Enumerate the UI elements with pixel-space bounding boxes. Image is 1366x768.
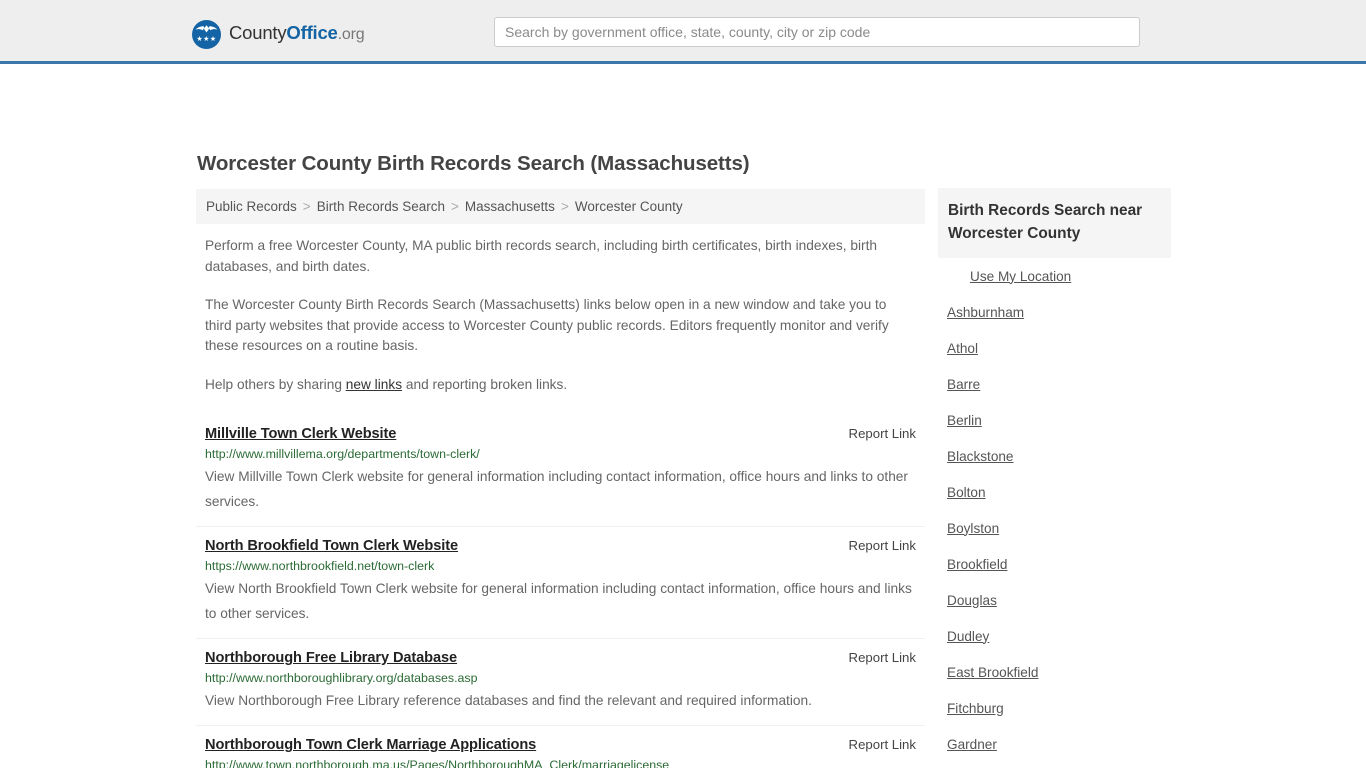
sidebar-item-blackstone[interactable]: Blackstone bbox=[938, 438, 1171, 474]
three-stars-icon: ★★★ bbox=[196, 35, 217, 43]
result-entry-header: North Brookfield Town Clerk Website Repo… bbox=[205, 538, 916, 554]
sidebar-place-link[interactable]: Brookfield bbox=[947, 557, 1007, 572]
result-url-link[interactable]: http://www.millvillema.org/departments/t… bbox=[205, 447, 916, 461]
sidebar-place-link[interactable]: Douglas bbox=[947, 593, 997, 608]
sidebar-place-link[interactable]: Barre bbox=[947, 377, 980, 392]
result-entry: Northborough Town Clerk Marriage Applica… bbox=[196, 725, 925, 768]
report-link-button[interactable]: Report Link bbox=[849, 737, 916, 752]
sidebar-item-grafton[interactable]: Grafton bbox=[938, 762, 1171, 768]
logo-word-org: .org bbox=[337, 26, 365, 43]
sidebar-header: Birth Records Search near Worcester Coun… bbox=[938, 188, 1171, 258]
result-entry-header: Millville Town Clerk Website Report Link bbox=[205, 426, 916, 442]
intro-text-after-link: and reporting broken links. bbox=[402, 376, 568, 392]
breadcrumb-separator: > bbox=[560, 199, 569, 214]
sidebar-item-dudley[interactable]: Dudley bbox=[938, 618, 1171, 654]
report-link-button[interactable]: Report Link bbox=[849, 426, 916, 441]
result-description: View Northborough Free Library reference… bbox=[205, 693, 812, 708]
result-entry: North Brookfield Town Clerk Website Repo… bbox=[196, 526, 925, 638]
result-entry-header: Northborough Town Clerk Marriage Applica… bbox=[205, 737, 916, 753]
breadcrumb: Public Records > Birth Records Search > … bbox=[196, 189, 925, 224]
result-entry: Northborough Free Library Database Repor… bbox=[196, 638, 925, 725]
sidebar-place-list: Use My Location Ashburnham Athol Barre B… bbox=[938, 258, 1171, 768]
breadcrumb-item-worcester-county[interactable]: Worcester County bbox=[575, 199, 683, 214]
result-title-link[interactable]: North Brookfield Town Clerk Website bbox=[205, 538, 458, 554]
breadcrumb-item-birth-records-search[interactable]: Birth Records Search bbox=[317, 199, 445, 214]
main-content-column: Public Records > Birth Records Search > … bbox=[196, 189, 925, 768]
site-header: ★★★ CountyOffice.org bbox=[0, 0, 1366, 64]
sidebar-place-link[interactable]: Berlin bbox=[947, 413, 982, 428]
sidebar-place-link[interactable]: Bolton bbox=[947, 485, 986, 500]
report-link-button[interactable]: Report Link bbox=[849, 538, 916, 553]
nearby-sidebar: Birth Records Search near Worcester Coun… bbox=[938, 188, 1171, 768]
logo-word-office: Office bbox=[286, 22, 338, 43]
sidebar-place-link[interactable]: Dudley bbox=[947, 629, 989, 644]
page-body: Worcester County Birth Records Search (M… bbox=[0, 64, 1366, 768]
sidebar-place-link[interactable]: Blackstone bbox=[947, 449, 1014, 464]
sidebar-item-use-my-location[interactable]: Use My Location bbox=[938, 258, 1171, 294]
intro-paragraph-1: Perform a free Worcester County, MA publ… bbox=[205, 238, 877, 274]
intro-paragraph-2: The Worcester County Birth Records Searc… bbox=[205, 297, 889, 353]
sidebar-item-gardner[interactable]: Gardner bbox=[938, 726, 1171, 762]
result-url-link[interactable]: http://www.town.northborough.ma.us/Pages… bbox=[205, 758, 916, 768]
site-logo[interactable]: ★★★ CountyOffice.org bbox=[192, 19, 365, 49]
breadcrumb-separator: > bbox=[302, 199, 311, 214]
sidebar-place-link[interactable]: Ashburnham bbox=[947, 305, 1024, 320]
result-description: View Millville Town Clerk website for ge… bbox=[205, 469, 908, 509]
result-title-link[interactable]: Northborough Town Clerk Marriage Applica… bbox=[205, 737, 536, 753]
eagle-emblem-icon bbox=[195, 24, 218, 32]
search-input[interactable] bbox=[494, 17, 1140, 47]
report-link-button[interactable]: Report Link bbox=[849, 650, 916, 665]
sidebar-item-athol[interactable]: Athol bbox=[938, 330, 1171, 366]
sidebar-item-douglas[interactable]: Douglas bbox=[938, 582, 1171, 618]
county-office-seal-icon: ★★★ bbox=[192, 19, 221, 49]
sidebar-place-link[interactable]: Fitchburg bbox=[947, 701, 1004, 716]
page-title: Worcester County Birth Records Search (M… bbox=[197, 152, 750, 175]
result-entry-header: Northborough Free Library Database Repor… bbox=[205, 650, 916, 666]
result-title-link[interactable]: Northborough Free Library Database bbox=[205, 650, 457, 666]
result-url-link[interactable]: http://www.northboroughlibrary.org/datab… bbox=[205, 671, 916, 685]
sidebar-item-berlin[interactable]: Berlin bbox=[938, 402, 1171, 438]
sidebar-item-boylston[interactable]: Boylston bbox=[938, 510, 1171, 546]
result-description: View North Brookfield Town Clerk website… bbox=[205, 581, 912, 621]
sidebar-heading: Birth Records Search near Worcester Coun… bbox=[948, 202, 1143, 242]
sidebar-item-brookfield[interactable]: Brookfield bbox=[938, 546, 1171, 582]
sidebar-item-barre[interactable]: Barre bbox=[938, 366, 1171, 402]
result-entry: Millville Town Clerk Website Report Link… bbox=[196, 415, 925, 526]
intro-paragraph-3: Help others by sharing new links and rep… bbox=[196, 375, 925, 396]
sidebar-place-link[interactable]: Gardner bbox=[947, 737, 997, 752]
breadcrumb-item-public-records[interactable]: Public Records bbox=[206, 199, 297, 214]
sidebar-place-link[interactable]: East Brookfield bbox=[947, 665, 1038, 680]
sidebar-item-ashburnham[interactable]: Ashburnham bbox=[938, 294, 1171, 330]
sidebar-item-bolton[interactable]: Bolton bbox=[938, 474, 1171, 510]
sidebar-item-east-brookfield[interactable]: East Brookfield bbox=[938, 654, 1171, 690]
intro-text-before-link: Help others by sharing bbox=[205, 376, 346, 392]
new-links-link[interactable]: new links bbox=[346, 377, 402, 392]
sidebar-item-fitchburg[interactable]: Fitchburg bbox=[938, 690, 1171, 726]
logo-wordmark: CountyOffice.org bbox=[229, 22, 365, 45]
breadcrumb-item-massachusetts[interactable]: Massachusetts bbox=[465, 199, 555, 214]
breadcrumb-separator: > bbox=[451, 199, 459, 214]
sidebar-place-link[interactable]: Boylston bbox=[947, 521, 999, 536]
result-link-list: Millville Town Clerk Website Report Link… bbox=[196, 415, 925, 768]
result-title-link[interactable]: Millville Town Clerk Website bbox=[205, 426, 396, 442]
logo-word-county: County bbox=[229, 22, 287, 43]
sidebar-place-link[interactable]: Athol bbox=[947, 341, 978, 356]
use-my-location-link[interactable]: Use My Location bbox=[970, 269, 1071, 284]
result-url-link[interactable]: https://www.northbrookfield.net/town-cle… bbox=[205, 559, 916, 573]
